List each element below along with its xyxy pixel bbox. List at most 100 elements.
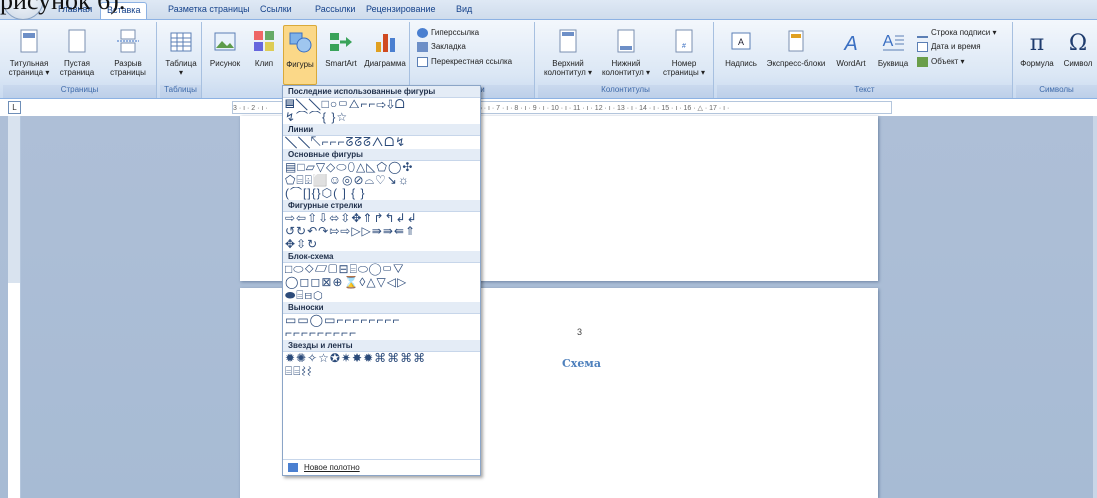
shape-row[interactable]: ▤╲╲□○▭△⌐⌐⇨⇩ᗝ xyxy=(283,98,480,111)
svg-text:A: A xyxy=(738,37,744,47)
shape-row[interactable]: ⌐⌐⌐⌐⌐⌐⌐⌐⌐ xyxy=(283,327,480,340)
shape-row[interactable]: ╲╲↖⌐⌐⌐ᘔᘔᘔᐱᗝ↯ xyxy=(283,136,480,149)
tab-review[interactable]: Рецензирование xyxy=(366,2,436,19)
date-time-button[interactable]: Дата и время xyxy=(917,40,981,53)
group-text-label: Текст xyxy=(717,85,1012,98)
page-number-text: 3 xyxy=(577,327,583,337)
svg-text:#: # xyxy=(682,43,686,50)
new-canvas-icon xyxy=(288,463,298,473)
page-break-icon xyxy=(117,29,139,53)
textbox-button[interactable]: A Надпись xyxy=(721,28,761,68)
page-number-icon: # xyxy=(675,29,693,53)
textbox-icon: A xyxy=(731,32,751,50)
section-lines: Линии xyxy=(283,124,480,136)
svg-text:π: π xyxy=(1030,31,1044,56)
svg-text:A: A xyxy=(883,33,894,50)
picture-icon xyxy=(214,32,236,51)
shape-row[interactable]: ⌸⌸⌇⌇ xyxy=(283,365,480,378)
group-text: A Надпись Экспресс-блоки A WordArt A Бук… xyxy=(717,22,1013,98)
group-headers-label: Колонтитулы xyxy=(538,85,713,98)
dropcap-button[interactable]: A Буквица xyxy=(873,28,913,68)
group-symbols-label: Символы xyxy=(1016,85,1097,98)
shape-row[interactable]: ▤□▱▽◇⬭⬯△◺⬠◯✣ xyxy=(283,161,480,174)
shape-row[interactable]: ⬬⌸⊟⬡ xyxy=(283,289,480,302)
smartart-icon xyxy=(330,33,352,51)
cross-reference-button[interactable]: Перекрестная ссылка xyxy=(417,55,512,68)
tab-references[interactable]: Ссылки xyxy=(260,2,292,19)
tab-page-layout[interactable]: Разметка страницы xyxy=(168,2,250,19)
calendar-icon xyxy=(917,41,928,52)
caption-text: рисунок 6). xyxy=(0,0,126,15)
svg-text:Ω: Ω xyxy=(1069,31,1087,56)
chart-button[interactable]: Диаграмма xyxy=(363,28,407,68)
shapes-icon xyxy=(289,32,312,53)
section-callouts: Выноски xyxy=(283,302,480,314)
quick-parts-icon xyxy=(788,30,804,52)
cover-page-button[interactable]: Титульная страница ▾ xyxy=(7,28,51,77)
omega-icon: Ω xyxy=(1069,31,1087,56)
wordart-button[interactable]: A WordArt xyxy=(829,28,873,68)
shape-row[interactable]: ✹✺✧☆✪✷✸✹⌘⌘⌘⌘ xyxy=(283,352,480,365)
vertical-scrollbar[interactable] xyxy=(1093,116,1097,498)
blank-page-icon xyxy=(68,29,86,53)
bookmark-icon xyxy=(417,41,428,52)
group-symbols: π Формула Ω Символ Символы xyxy=(1016,22,1097,98)
clipart-icon xyxy=(254,31,274,51)
picture-button[interactable]: Рисунок xyxy=(209,28,241,68)
shape-row[interactable]: □⬭◇▱▢⊟⌸⬭◯▭▽ xyxy=(283,263,480,276)
quick-parts-button[interactable]: Экспресс-блоки xyxy=(765,28,827,68)
symbol-button[interactable]: Ω Символ xyxy=(1060,28,1096,68)
section-block-arrows: Фигурные стрелки xyxy=(283,200,480,212)
shape-row[interactable]: ⇨⇦⇧⇩⬄⇳✥⇑↱↰↲↲ xyxy=(283,212,480,225)
table-button[interactable]: Таблица ▾ xyxy=(163,28,199,77)
footer-icon xyxy=(617,29,635,53)
shape-row[interactable]: ◯◻◻⊠⊕⌛◊△▽◁▷ xyxy=(283,276,480,289)
ribbon-tabs: Главная Вставка Разметка страницы Ссылки… xyxy=(0,0,1097,19)
wordart-icon: A xyxy=(843,33,857,55)
group-pages: Титульная страница ▾ Пустая страница Разры… xyxy=(3,22,157,98)
shape-row[interactable]: ↯⌒⌒{ }☆ xyxy=(283,111,480,124)
tab-mailings[interactable]: Рассылки xyxy=(315,2,355,19)
shape-row[interactable]: ✥⇳↻ xyxy=(283,238,480,251)
section-flowchart: Блок-схема xyxy=(283,251,480,263)
smartart-button[interactable]: SmartArt xyxy=(323,28,359,68)
group-pages-label: Страницы xyxy=(3,85,156,98)
hyperlink-icon xyxy=(417,27,428,38)
tab-view[interactable]: Вид xyxy=(456,2,472,19)
shape-row[interactable]: ⬠⌸⌹⬜☺◎⊘⌓♡↘☼ xyxy=(283,174,480,187)
shapes-dropdown[interactable]: Последние использованные фигуры ▤╲╲□○▭△⌐… xyxy=(282,85,481,476)
signature-line-button[interactable]: Строка подписи ▾ xyxy=(917,26,996,39)
pi-icon: π xyxy=(1030,31,1044,56)
equation-button[interactable]: π Формула xyxy=(1018,28,1056,68)
chart-icon xyxy=(376,34,395,52)
cross-reference-icon xyxy=(417,56,428,67)
footer-button[interactable]: Нижний колонтитул ▾ xyxy=(598,28,654,77)
object-button[interactable]: Объект ▾ xyxy=(917,55,964,68)
shapes-button[interactable]: Фигуры xyxy=(283,25,317,85)
blank-page-button[interactable]: Пустая страница xyxy=(55,28,99,77)
hyperlink-button[interactable]: Гиперссылка xyxy=(417,26,479,39)
group-tables-label: Таблицы xyxy=(160,85,201,98)
ribbon: Титульная страница ▾ Пустая страница Разры… xyxy=(0,19,1097,99)
section-stars-banners: Звезды и ленты xyxy=(283,340,480,352)
shape-row[interactable]: ↺↻↶↷⇰⇨▷▷⇛⇛⇚⇑ xyxy=(283,225,480,238)
clipart-button[interactable]: Клип xyxy=(251,28,277,68)
shape-row[interactable]: ▭▭◯▭⌐⌐⌐⌐⌐⌐⌐⌐ xyxy=(283,314,480,327)
page-number-button[interactable]: # Номер страницы ▾ xyxy=(658,28,710,77)
page-break-button[interactable]: Разрыв страницы xyxy=(103,28,153,77)
svg-text:A: A xyxy=(843,33,857,55)
ruler-toggle-icon[interactable]: L xyxy=(8,101,21,114)
header-button[interactable]: Верхний колонтитул ▾ xyxy=(540,28,596,77)
bookmark-button[interactable]: Закладка xyxy=(417,40,466,53)
group-headers: Верхний колонтитул ▾ Нижний колонтитул ▾ #… xyxy=(538,22,714,98)
new-canvas-item[interactable]: Новое полотно xyxy=(283,459,480,475)
signature-icon xyxy=(917,28,928,38)
vertical-ruler-margin xyxy=(8,283,21,498)
shape-row[interactable]: (⌒[]{}⬡( ] { } xyxy=(283,187,480,200)
document-heading: Схема xyxy=(562,357,601,370)
object-icon xyxy=(917,56,928,67)
table-icon xyxy=(170,32,192,52)
dropcap-icon: A xyxy=(883,33,904,51)
section-basic-shapes: Основные фигуры xyxy=(283,149,480,161)
group-tables: Таблица ▾ Таблицы xyxy=(160,22,202,98)
